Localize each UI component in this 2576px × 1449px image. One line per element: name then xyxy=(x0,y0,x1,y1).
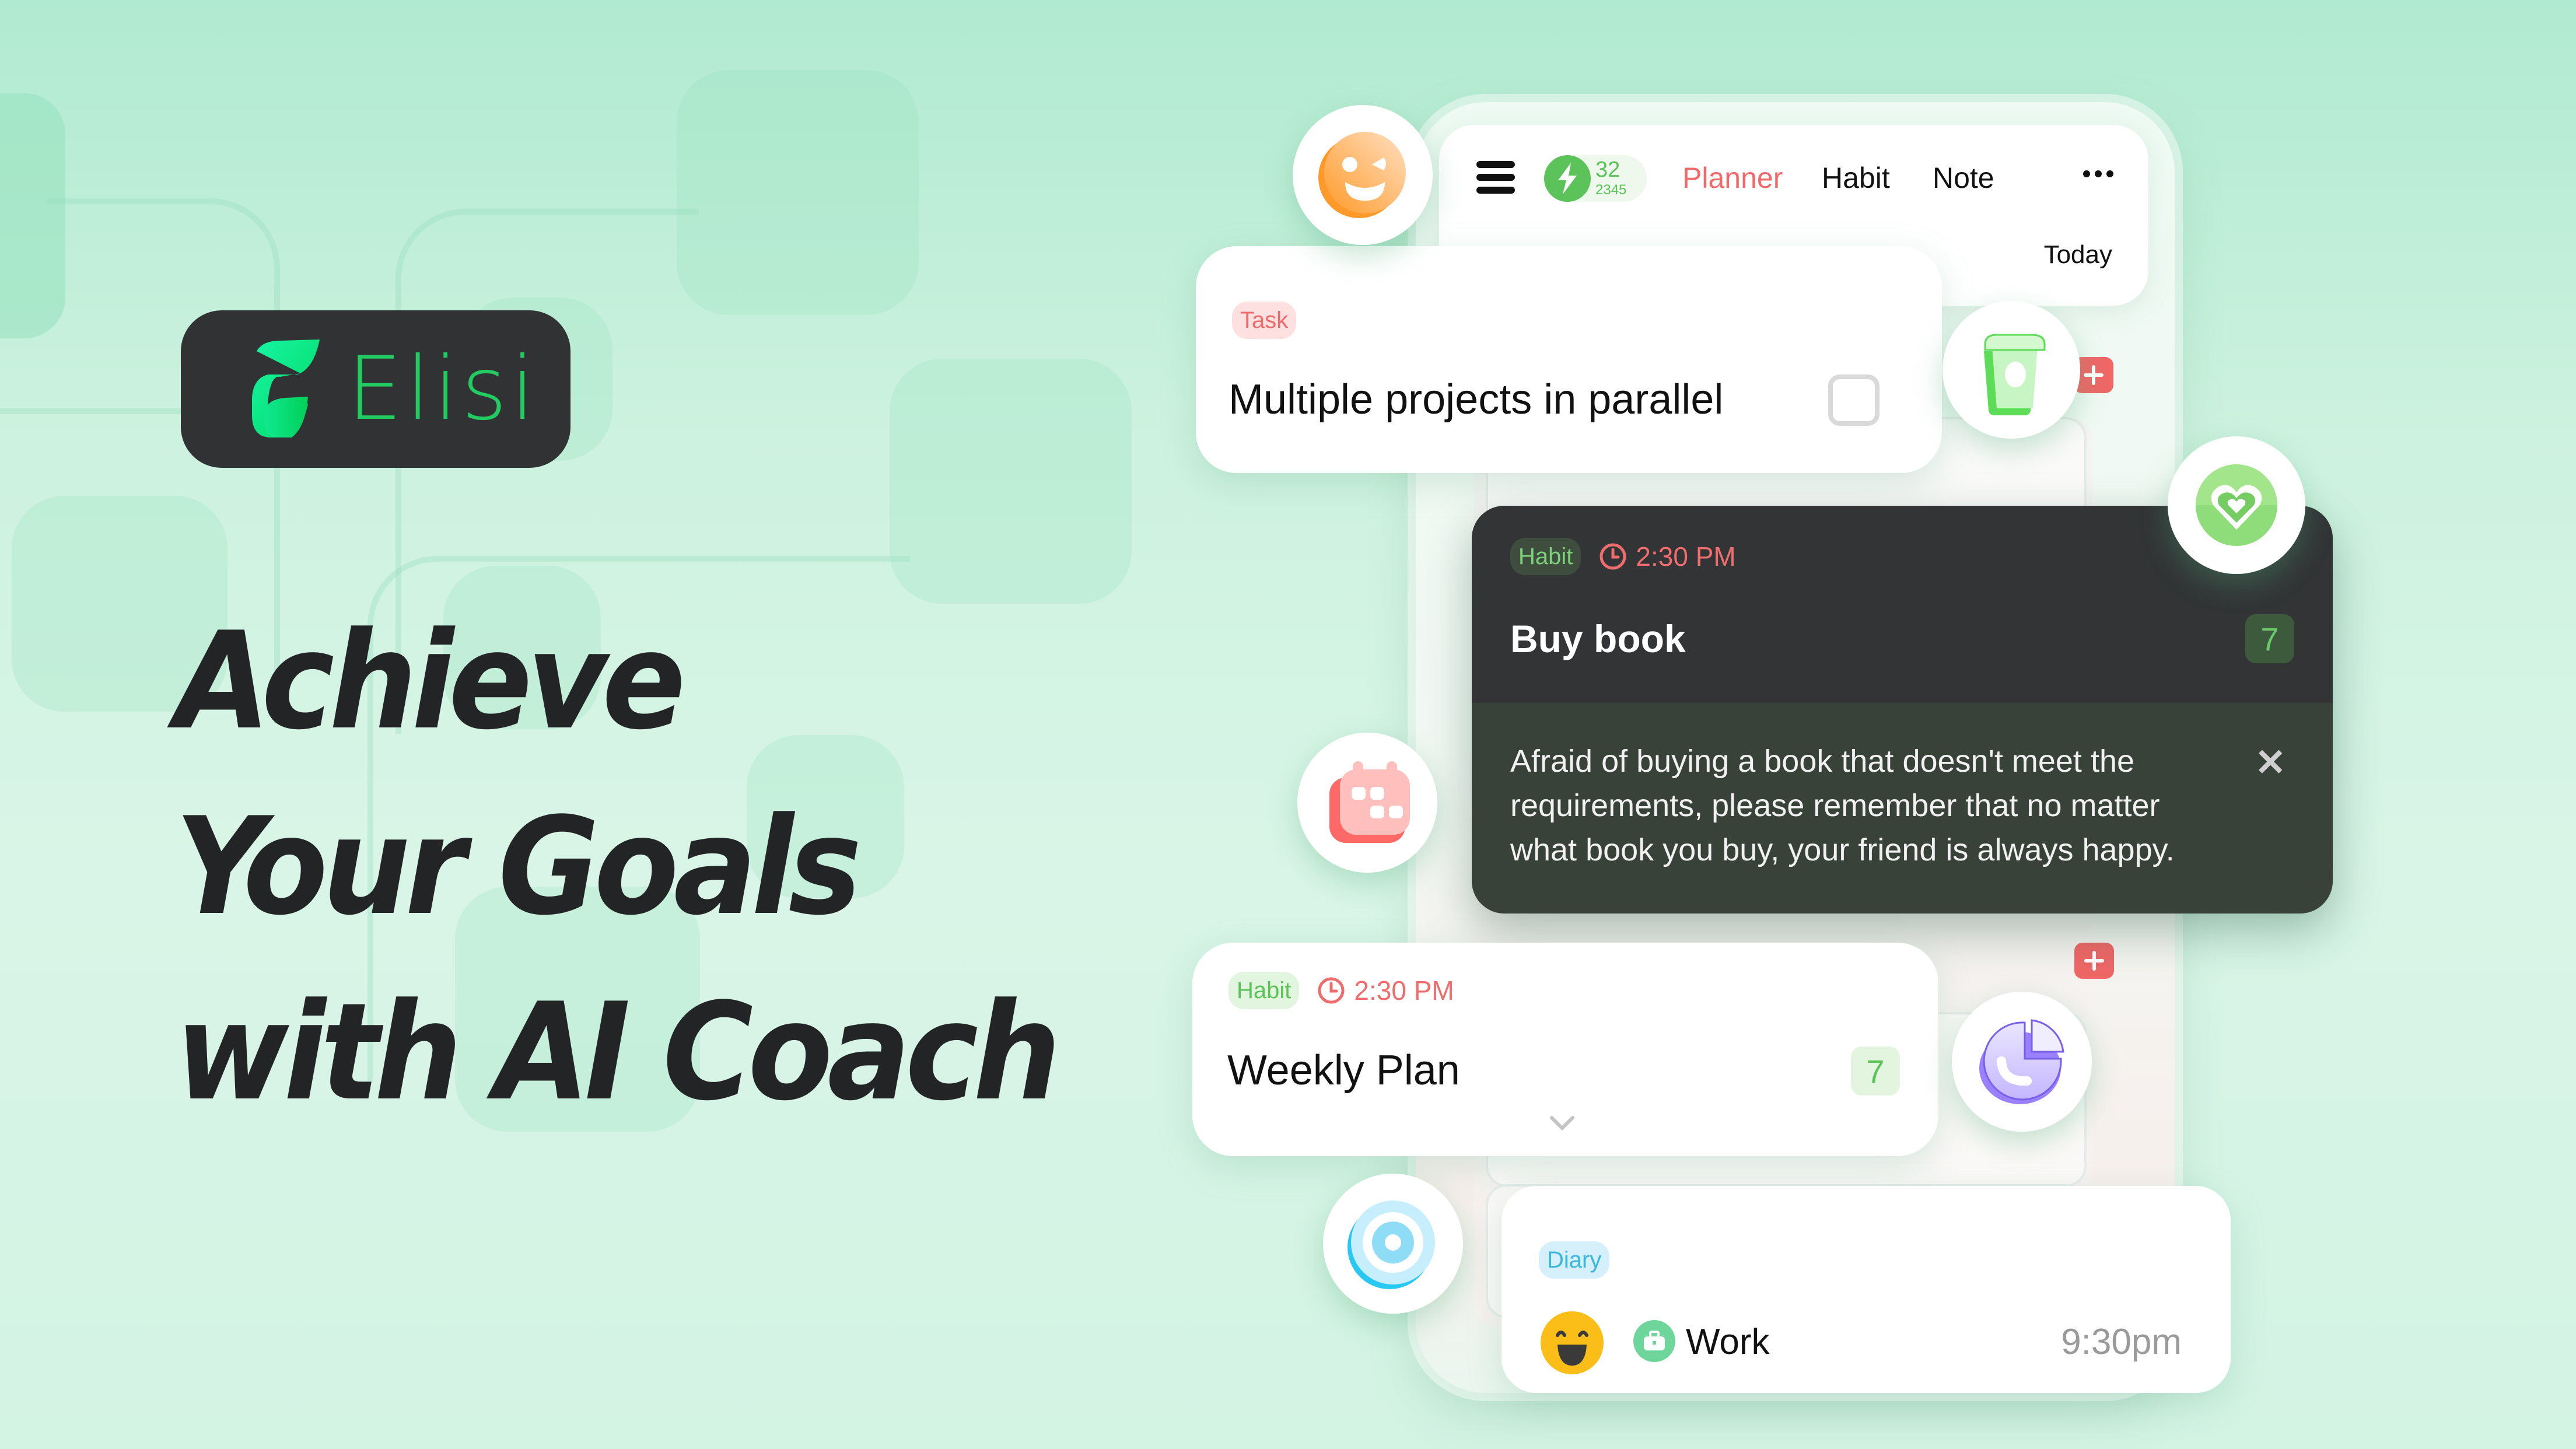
habit-tag: Habit xyxy=(1510,538,1581,575)
lightning-icon xyxy=(1544,155,1591,202)
smile-wink-icon xyxy=(1318,132,1406,218)
habit-tag: Habit xyxy=(1228,972,1300,1009)
tab-planner[interactable]: Planner xyxy=(1682,163,1783,192)
weekly-plan-card[interactable]: Habit 2:30 PM Weekly Plan 7 xyxy=(1192,943,1938,1156)
headline-line: Achieve xyxy=(175,604,686,760)
clock-icon xyxy=(1600,543,1626,570)
pie-chart-icon xyxy=(1979,1019,2064,1104)
bg-decoration xyxy=(890,359,1132,604)
hero-headline: Achieve Your Goals with AI Coach xyxy=(175,589,1061,1146)
task-checkbox[interactable] xyxy=(1828,374,1880,426)
task-card[interactable]: Task Multiple projects in parallel xyxy=(1196,246,1942,473)
chevron-down-icon[interactable] xyxy=(1548,1114,1576,1132)
habit-time: 2:30 PM xyxy=(1636,541,1736,572)
brand-name: Elisi xyxy=(347,338,538,440)
diary-card[interactable]: Diary Work 9:30pm xyxy=(1502,1186,2231,1393)
weekly-title: Weekly Plan xyxy=(1227,1047,1460,1094)
diary-time: 9:30pm xyxy=(2061,1322,2182,1362)
briefcase-icon xyxy=(1633,1320,1675,1362)
energy-value: 32 xyxy=(1595,158,1620,182)
clock-icon xyxy=(1318,977,1345,1004)
energy-total: 2345 xyxy=(1595,182,1627,198)
bg-decoration xyxy=(677,70,919,315)
diary-category: Work xyxy=(1686,1322,1770,1362)
hamburger-menu-icon[interactable] xyxy=(1476,161,1515,194)
laughing-face-icon xyxy=(1541,1311,1604,1374)
target-badge xyxy=(1323,1174,1463,1314)
calendar-badge xyxy=(1297,733,1437,873)
target-icon xyxy=(1348,1200,1435,1289)
add-habit-button[interactable] xyxy=(2074,943,2114,979)
weekly-time: 2:30 PM xyxy=(1354,975,1454,1006)
habit-ai-card[interactable]: Habit 2:30 PM Buy book 7 Afraid of buyin… xyxy=(1472,506,2333,914)
smile-wink-badge xyxy=(1293,105,1433,245)
tab-habit[interactable]: Habit xyxy=(1822,163,1890,192)
bg-connector-line xyxy=(0,408,198,414)
cup-icon xyxy=(1984,334,2046,415)
habit-title: Buy book xyxy=(1510,617,1686,660)
headline-line: Your Goals xyxy=(175,789,862,945)
energy-counter[interactable]: 32 2345 xyxy=(1544,155,1647,202)
plus-icon xyxy=(2084,951,2104,971)
heart-badge xyxy=(2168,436,2305,574)
ai-coach-message: Afraid of buying a book that doesn't mee… xyxy=(1510,744,2175,867)
plus-icon xyxy=(2084,365,2104,385)
task-title: Multiple projects in parallel xyxy=(1228,376,1724,423)
tab-note[interactable]: Note xyxy=(1933,163,1994,192)
today-button[interactable]: Today xyxy=(2044,240,2112,270)
elisi-leaf-icon xyxy=(252,340,320,438)
habit-streak-count: 7 xyxy=(2245,614,2294,663)
weekly-streak-count: 7 xyxy=(1851,1046,1900,1096)
task-tag: Task xyxy=(1232,302,1297,339)
more-options-icon[interactable] xyxy=(2083,170,2113,177)
diary-tag: Diary xyxy=(1539,1241,1610,1279)
headline-line: with AI Coach xyxy=(175,975,1061,1130)
pie-chart-badge xyxy=(1952,992,2092,1132)
heart-badge-icon xyxy=(2196,464,2277,546)
brand-logo: Elisi xyxy=(181,310,570,468)
close-icon[interactable]: ✕ xyxy=(2255,744,2286,781)
calendar-icon xyxy=(1329,761,1410,843)
cup-badge xyxy=(1943,301,2080,439)
